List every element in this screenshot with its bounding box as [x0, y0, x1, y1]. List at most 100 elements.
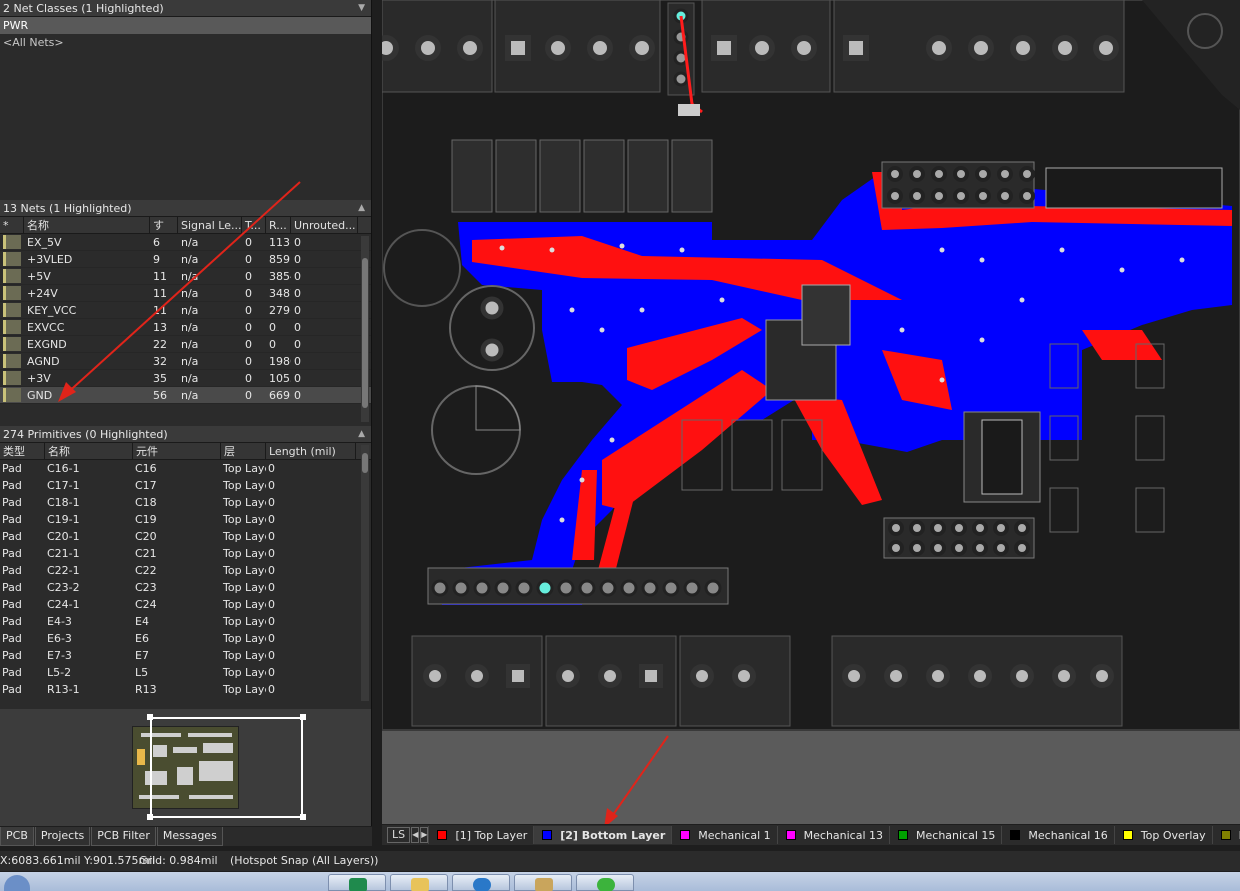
chevron-down-icon[interactable]: ▲	[358, 200, 365, 217]
net-class-pwr[interactable]: PWR	[0, 17, 371, 34]
net-color-swatch[interactable]	[3, 269, 21, 283]
start-icon[interactable]	[4, 875, 30, 891]
layer-tab[interactable]: Top Overlay	[1113, 826, 1212, 844]
layer-tab[interactable]: Mechanical 13	[776, 826, 889, 844]
primitives-scroll-thumb[interactable]	[362, 453, 368, 473]
panel-tab-bar: PCB Projects PCB Filter Messages	[0, 827, 372, 846]
net-color-swatch[interactable]	[3, 303, 21, 317]
primitive-row[interactable]: Pad C19-1 C19 Top Laye0	[0, 511, 371, 528]
net-color-swatch[interactable]	[3, 354, 21, 368]
primitive-name: C18-1	[47, 496, 80, 509]
chevron-left-icon[interactable]: ◀	[411, 827, 420, 843]
tab-pcb[interactable]: PCB	[0, 827, 34, 846]
layer-tab[interactable]: Mechanical 15	[889, 826, 1001, 844]
primitive-layer: Top Laye	[223, 547, 266, 560]
primitive-type: Pad	[2, 632, 22, 645]
primitive-row[interactable]: Pad E4-3 E4 Top Laye0	[0, 613, 371, 630]
primitive-row[interactable]: Pad C18-1 C18 Top Laye0	[0, 494, 371, 511]
taskbar-browser-icon[interactable]	[452, 874, 510, 891]
taskbar-chat-icon[interactable]	[576, 874, 634, 891]
primitive-row[interactable]: Pad R13-1 R13 Top Laye0	[0, 681, 371, 698]
primitive-row[interactable]: Pad C21-1 C21 Top Laye0	[0, 545, 371, 562]
primitive-len: 0	[268, 513, 275, 526]
net-color-swatch[interactable]	[3, 337, 21, 351]
nets-scroll-thumb[interactable]	[362, 258, 368, 408]
primitives-column-header: 类型 名称 元件 层 Length (mil)	[0, 443, 371, 460]
layer-tab[interactable]: [1] Top Layer	[428, 826, 533, 844]
primitive-len: 0	[268, 479, 275, 492]
primitive-name: C16-1	[47, 462, 80, 475]
primitive-len: 0	[268, 598, 275, 611]
net-color-swatch[interactable]	[3, 320, 21, 334]
taskbar-folder-icon[interactable]	[390, 874, 448, 891]
minimap-handle[interactable]	[300, 714, 306, 720]
primitive-row[interactable]: Pad C22-1 C22 Top Laye0	[0, 562, 371, 579]
primitive-comp: L5	[135, 666, 149, 679]
chevron-up-icon[interactable]: ▲	[358, 426, 365, 443]
col-type[interactable]: 类型	[0, 443, 45, 459]
primitive-row[interactable]: Pad C23-2 C23 Top Laye0	[0, 579, 371, 596]
tab-messages[interactable]: Messages	[156, 827, 223, 846]
primitive-row[interactable]: Pad E6-3 E6 Top Laye0	[0, 630, 371, 647]
primitives-scrollbar[interactable]	[361, 445, 369, 701]
chevron-right-icon[interactable]: ▶	[420, 827, 429, 843]
tab-projects[interactable]: Projects	[34, 827, 91, 846]
net-color-swatch[interactable]	[3, 388, 21, 402]
minimap-viewport-frame[interactable]	[150, 717, 303, 818]
primitive-row[interactable]: Pad C20-1 C20 Top Laye0	[0, 528, 371, 545]
primitive-len: 0	[268, 496, 275, 509]
tab-pcb-filter[interactable]: PCB Filter	[91, 827, 156, 846]
chevron-down-icon[interactable]: ▼	[358, 0, 365, 17]
primitive-row[interactable]: Pad C17-1 C17 Top Laye0	[0, 477, 371, 494]
layer-tab[interactable]: Bottom	[1211, 826, 1240, 844]
col-prim-name[interactable]: 名称	[45, 443, 133, 459]
primitive-len: 0	[268, 462, 275, 475]
primitive-name: R13-1	[47, 683, 80, 696]
status-bar: X:6083.661mil Y:901.575mil Grid: 0.984mi…	[0, 851, 1240, 871]
primitive-len: 0	[268, 564, 275, 577]
taskbar-app-icon[interactable]	[328, 874, 386, 891]
primitive-comp: C24	[135, 598, 157, 611]
layer-color-swatch	[680, 830, 691, 840]
col-star[interactable]: *	[0, 217, 24, 233]
col-layer[interactable]: 层	[221, 443, 266, 459]
layer-set-button[interactable]: LS	[387, 827, 411, 843]
layer-color-swatch	[1220, 830, 1231, 840]
primitive-type: Pad	[2, 479, 22, 492]
taskbar-tool-icon[interactable]	[514, 874, 572, 891]
net-color-swatch[interactable]	[3, 252, 21, 266]
nets-scrollbar[interactable]	[361, 236, 369, 422]
primitive-type: Pad	[2, 598, 22, 611]
primitive-row[interactable]: Pad C24-1 C24 Top Laye0	[0, 596, 371, 613]
primitive-type: Pad	[2, 615, 22, 628]
layer-tab[interactable]: Mechanical 1	[671, 826, 776, 844]
primitive-len: 0	[268, 530, 275, 543]
net-classes-title: 2 Net Classes (1 Highlighted)	[3, 2, 164, 15]
net-class-all[interactable]: <All Nets>	[0, 34, 371, 51]
net-color-swatch[interactable]	[3, 235, 21, 249]
primitive-row[interactable]: Pad C16-1 C16 Top Laye0	[0, 460, 371, 477]
primitive-row[interactable]: Pad E7-3 E7 Top Laye0	[0, 647, 371, 664]
col-length[interactable]: Length (mil)	[266, 443, 356, 459]
layer-color-swatch	[1122, 830, 1133, 840]
primitive-name: C19-1	[47, 513, 80, 526]
net-color-swatch[interactable]	[3, 371, 21, 385]
net-color-swatch[interactable]	[3, 286, 21, 300]
layer-tab[interactable]: [2] Bottom Layer	[533, 826, 672, 844]
primitive-len: 0	[268, 581, 275, 594]
layer-color-swatch	[1010, 830, 1021, 840]
layer-tab[interactable]: Mechanical 16	[1001, 826, 1113, 844]
primitive-row[interactable]: Pad L5-2 L5 Top Laye0	[0, 664, 371, 681]
minimap-handle[interactable]	[147, 814, 153, 820]
primitive-len: 0	[268, 649, 275, 662]
layer-tab-label: Mechanical 16	[1028, 828, 1108, 842]
primitive-comp: C19	[135, 513, 157, 526]
minimap-handle[interactable]	[300, 814, 306, 820]
col-component[interactable]: 元件	[133, 443, 221, 459]
primitive-comp: E4	[135, 615, 149, 628]
pcb-canvas[interactable]	[382, 0, 1240, 824]
board-minimap[interactable]	[0, 709, 371, 826]
primitive-len: 0	[268, 615, 275, 628]
primitive-len: 0	[268, 547, 275, 560]
minimap-handle[interactable]	[147, 714, 153, 720]
